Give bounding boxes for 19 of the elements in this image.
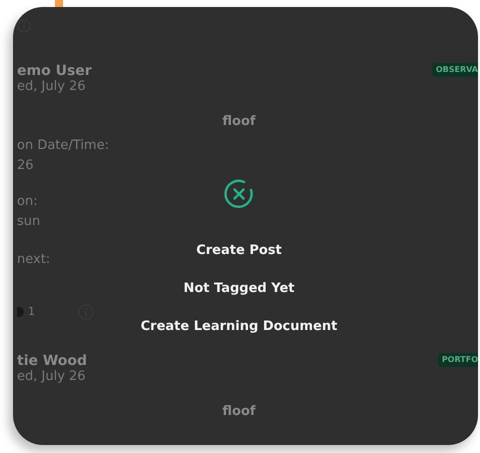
- category-badge: PORTFO: [438, 353, 478, 367]
- field-label: on Date/Time:: [17, 138, 110, 154]
- post-caption: floof: [221, 114, 257, 130]
- info-icon[interactable]: [17, 19, 31, 33]
- author-name: emo User: [17, 63, 92, 79]
- author-name: tie Wood: [17, 353, 88, 369]
- menu-option[interactable]: Not Tagged Yet: [183, 280, 295, 298]
- close-icon[interactable]: [224, 179, 254, 209]
- field-label: next:: [17, 252, 52, 268]
- post-date: ed, July 26: [17, 369, 87, 385]
- field-label: on:: [17, 194, 39, 210]
- menu-option[interactable]: Create Post: [196, 242, 282, 260]
- category-badge: OBSERVA: [432, 63, 478, 77]
- post-caption: floof: [221, 404, 257, 420]
- field-value: 26: [17, 158, 35, 174]
- reaction-count: 1: [28, 304, 35, 320]
- field-value: sun: [17, 214, 42, 230]
- post-date: ed, July 26: [17, 79, 87, 95]
- menu-option[interactable]: Create Learning Document: [140, 318, 338, 336]
